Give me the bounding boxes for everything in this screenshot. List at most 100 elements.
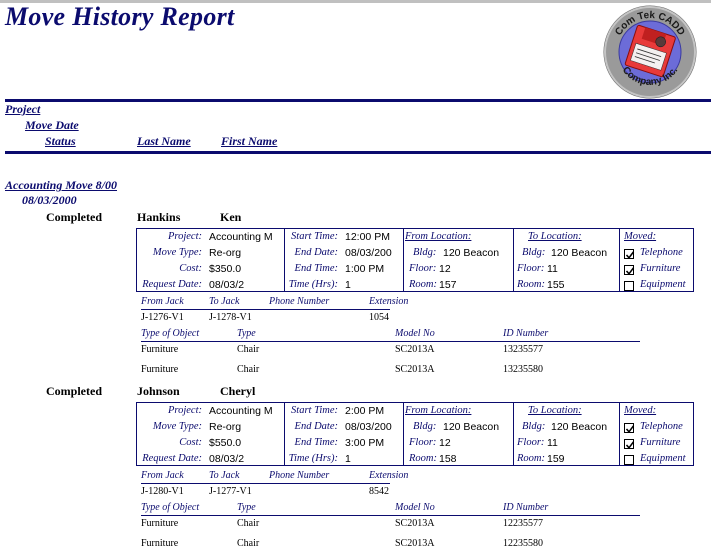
value-from-floor: 12 <box>439 263 451 275</box>
label-equipment: Equipment <box>640 453 686 464</box>
object-type: Chair <box>237 538 260 549</box>
object-type-of-object: Furniture <box>141 364 179 375</box>
record-first-name: Cheryl <box>220 384 256 398</box>
label-from-room: Room: <box>409 453 437 464</box>
col-phone-number: Phone Number <box>269 470 330 481</box>
label-start-time: Start Time: <box>291 231 338 242</box>
label-request-date: Request Date: <box>142 279 202 290</box>
objects-rule <box>141 515 640 516</box>
value-move-type: Re-org <box>209 421 242 433</box>
label-equipment: Equipment <box>640 279 686 290</box>
label-moved: Moved: <box>624 231 657 242</box>
object-type: Chair <box>237 364 260 375</box>
group-project: Accounting Move 8/00 <box>5 178 118 192</box>
label-from-bldg: Bldg: <box>413 247 437 258</box>
value-from-jack: J-1280-V1 <box>141 486 184 497</box>
label-request-date: Request Date: <box>142 453 202 464</box>
jack-rule <box>141 483 390 484</box>
label-telephone: Telephone <box>640 247 683 258</box>
checkmark-icon <box>625 441 635 450</box>
col-to-jack: To Jack <box>209 296 240 307</box>
label-end-time: End Time: <box>294 437 338 448</box>
col-header-move-date: Move Date <box>25 118 79 132</box>
value-extension: 1054 <box>369 312 389 323</box>
label-from-room: Room: <box>409 279 437 290</box>
checkmark-icon <box>625 425 635 434</box>
value-cost: $550.0 <box>209 437 242 449</box>
value-request-date: 08/03/2 <box>209 279 245 291</box>
value-time-hrs: 1 <box>345 453 351 465</box>
objects-rule <box>141 341 640 342</box>
col-phone-number: Phone Number <box>269 296 330 307</box>
label-to-location: To Location: <box>528 231 582 242</box>
label-to-floor: Floor: <box>517 437 545 448</box>
label-move-type: Move Type: <box>152 247 202 258</box>
object-type: Chair <box>237 344 260 355</box>
value-to-room: 155 <box>547 279 565 291</box>
label-from-location: From Location: <box>405 231 472 242</box>
label-to-room: Room: <box>517 279 545 290</box>
value-end-date: 08/03/200 <box>345 421 392 433</box>
value-to-floor: 11 <box>547 263 558 275</box>
label-time-hrs: Time (Hrs): <box>288 453 338 464</box>
furniture-checkbox[interactable] <box>624 439 635 450</box>
label-furniture: Furniture <box>640 437 681 448</box>
label-move-type: Move Type: <box>152 421 202 432</box>
value-from-bldg: 120 Beacon <box>443 421 500 433</box>
box-divider <box>284 403 285 465</box>
col-to-jack: To Jack <box>209 470 240 481</box>
object-id-number: 13235577 <box>503 344 543 355</box>
col-model-no: Model No <box>395 502 435 513</box>
object-model-no: SC2013A <box>395 364 435 375</box>
value-to-bldg: 120 Beacon <box>551 247 608 259</box>
record-status: Completed <box>46 384 102 398</box>
col-type-of-object: Type of Object <box>141 502 200 513</box>
label-cost: Cost: <box>179 437 202 448</box>
label-from-floor: Floor: <box>409 263 437 274</box>
label-to-bldg: Bldg: <box>522 421 546 432</box>
label-cost: Cost: <box>179 263 202 274</box>
checkmark-icon <box>625 267 635 276</box>
label-telephone: Telephone <box>640 421 683 432</box>
telephone-checkbox[interactable] <box>624 249 635 260</box>
value-start-time: 2:00 PM <box>345 405 385 417</box>
box-divider <box>513 229 514 291</box>
col-extension: Extension <box>369 296 409 307</box>
label-to-location: To Location: <box>528 405 582 416</box>
box-divider <box>513 403 514 465</box>
value-time-hrs: 1 <box>345 279 351 291</box>
label-to-floor: Floor: <box>517 263 545 274</box>
col-model-no: Model No <box>395 328 435 339</box>
label-from-floor: Floor: <box>409 437 437 448</box>
value-end-date: 08/03/200 <box>345 247 392 259</box>
value-request-date: 08/03/2 <box>209 453 245 465</box>
object-id-number: 13235580 <box>503 364 543 375</box>
value-to-room: 159 <box>547 453 565 465</box>
label-end-date: End Date: <box>294 421 338 432</box>
box-divider <box>403 403 404 465</box>
box-divider <box>619 403 620 465</box>
col-extension: Extension <box>369 470 409 481</box>
box-divider <box>284 229 285 291</box>
value-from-room: 158 <box>439 453 457 465</box>
furniture-checkbox[interactable] <box>624 265 635 276</box>
equipment-checkbox[interactable] <box>624 455 634 465</box>
telephone-checkbox[interactable] <box>624 423 635 434</box>
equipment-checkbox[interactable] <box>624 281 634 291</box>
value-extension: 8542 <box>369 486 389 497</box>
value-to-bldg: 120 Beacon <box>551 421 608 433</box>
header-rule-top <box>5 99 711 102</box>
label-project: Project: <box>167 231 202 242</box>
object-model-no: SC2013A <box>395 344 435 355</box>
value-end-time: 3:00 PM <box>345 437 385 449</box>
jack-rule <box>141 309 390 310</box>
col-header-last-name: Last Name <box>137 134 191 148</box>
object-model-no: SC2013A <box>395 518 435 529</box>
record-first-name: Ken <box>220 210 242 224</box>
value-to-jack: J-1277-V1 <box>209 486 252 497</box>
object-id-number: 12235580 <box>503 538 543 549</box>
object-id-number: 12235577 <box>503 518 543 529</box>
box-divider <box>403 229 404 291</box>
object-type-of-object: Furniture <box>141 344 179 355</box>
value-project: Accounting M <box>209 405 273 417</box>
